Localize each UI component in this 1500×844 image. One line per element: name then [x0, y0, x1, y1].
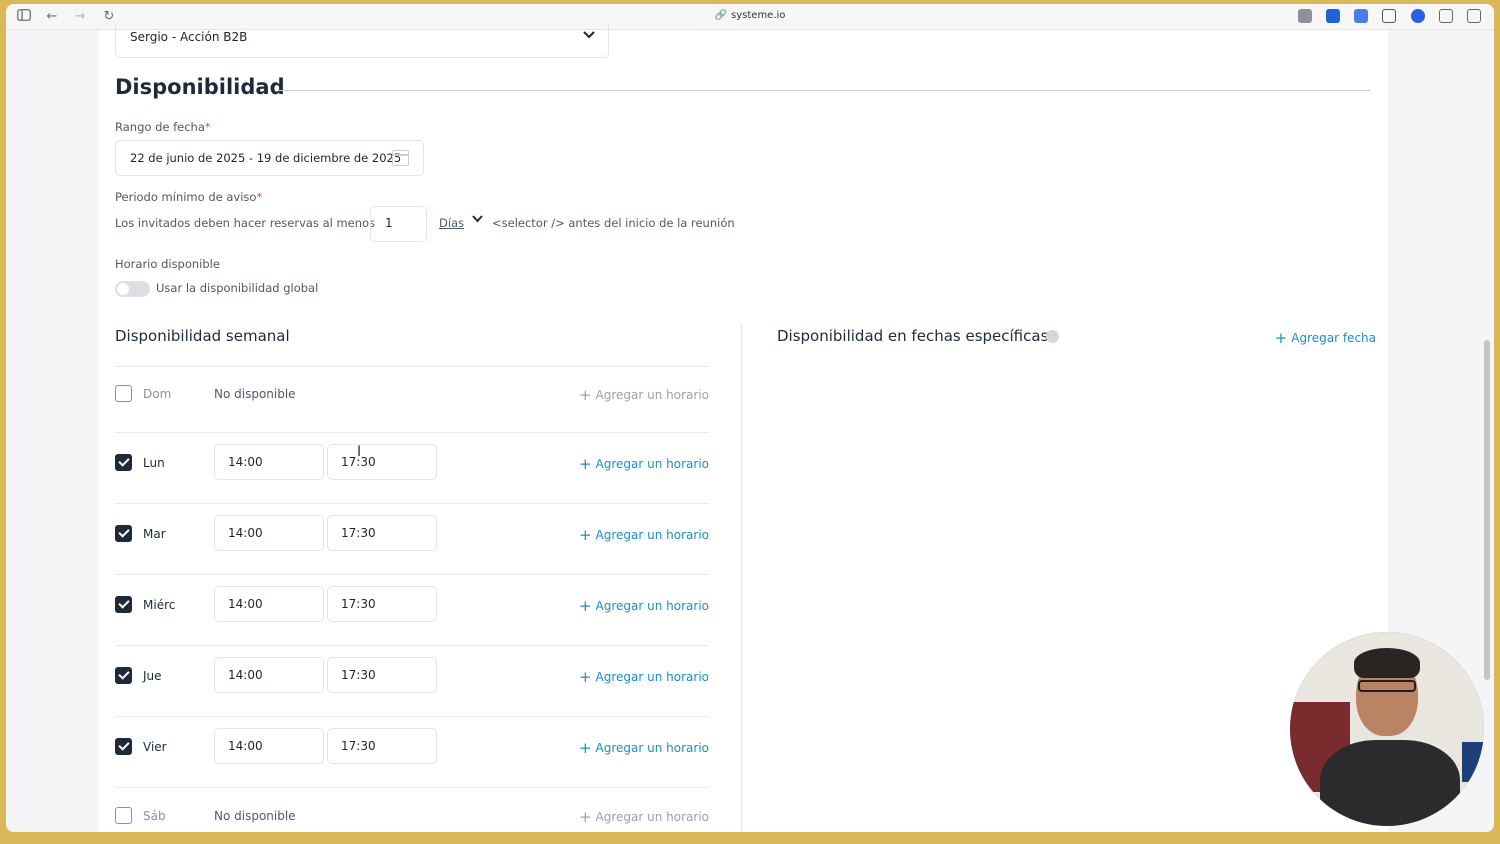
translate-extension-icon[interactable]	[1354, 9, 1368, 23]
row-separator	[115, 716, 709, 717]
section-title: Disponibilidad	[115, 75, 285, 99]
availability-card: Sergio - Acción B2B Disponibilidad Rango…	[99, 24, 1388, 832]
start-time-input[interactable]: 14:00	[214, 728, 324, 764]
column-divider	[741, 324, 742, 832]
row-separator	[115, 503, 709, 504]
day-row: Dom No disponible + Agregar un horario	[115, 374, 709, 414]
add-slot-button[interactable]: + Agregar un horario	[579, 597, 709, 615]
plus-icon: +	[578, 526, 592, 544]
day-row: Miérc 14:00 17:30 + Agregar un horario	[115, 585, 709, 625]
end-time-input[interactable]: 17:30	[327, 444, 437, 480]
day-name: Sáb	[143, 809, 166, 823]
day-row: Mar 14:00 17:30 + Agregar un horario	[115, 514, 709, 554]
scrollbar[interactable]	[1484, 340, 1490, 680]
start-time-input[interactable]: 14:00	[214, 515, 324, 551]
day-name: Mar	[143, 527, 166, 541]
address-bar[interactable]: 🔗 systeme.io	[6, 10, 1494, 21]
min-notice-unit-select[interactable]: Días	[439, 216, 464, 230]
plus-icon: +	[578, 739, 592, 757]
day-checkbox[interactable]	[115, 525, 132, 542]
day-row: Vier 14:00 17:30 + Agregar un horario	[115, 727, 709, 767]
min-notice-label: Periodo mínimo de aviso*	[115, 190, 263, 204]
day-row: Sáb No disponible + Agregar un horario	[115, 796, 709, 832]
row-separator	[115, 574, 709, 575]
end-time-input[interactable]: 17:30	[327, 515, 437, 551]
plus-icon: +	[1274, 329, 1288, 347]
start-time-input[interactable]: 14:00	[214, 657, 324, 693]
add-slot-button[interactable]: + Agregar un horario	[579, 808, 709, 826]
plus-icon: +	[578, 668, 592, 686]
day-row: Jue 14:00 17:30 + Agregar un horario	[115, 656, 709, 696]
row-separator	[115, 432, 709, 433]
text-cursor-icon: I	[357, 444, 362, 460]
start-time-input[interactable]: 14:00	[214, 586, 324, 622]
reader-icon[interactable]	[1439, 9, 1453, 23]
day-row: Lun 14:00 17:30 + Agregar un horario	[115, 443, 709, 483]
divider	[279, 90, 1370, 91]
specific-dates-title: Disponibilidad en fechas específicas	[777, 327, 1049, 345]
split-view-icon[interactable]	[1467, 9, 1481, 23]
global-availability-toggle[interactable]	[115, 281, 150, 297]
calendar-select[interactable]: Sergio - Acción B2B	[115, 24, 609, 58]
day-name: Lun	[143, 456, 165, 470]
day-checkbox[interactable]	[115, 807, 132, 824]
global-availability-label: Usar la disponibilidad global	[156, 281, 319, 295]
date-range-input[interactable]: 22 de junio de 2025 - 19 de diciembre de…	[115, 140, 424, 176]
plus-icon: +	[578, 808, 592, 826]
info-icon[interactable]	[1046, 330, 1059, 343]
webcam-overlay	[1290, 632, 1484, 826]
row-separator	[115, 787, 709, 788]
min-notice-prefix: Los invitados deben hacer reservas al me…	[115, 216, 376, 230]
bitwarden-extension-icon[interactable]	[1326, 9, 1340, 23]
add-slot-button[interactable]: + Agregar un horario	[579, 526, 709, 544]
row-separator	[115, 645, 709, 646]
browser-window: ← → ↻ 🔗 systeme.io Sergio - Acción B2B Di…	[6, 4, 1494, 832]
day-checkbox[interactable]	[115, 454, 132, 471]
add-date-button[interactable]: + Agregar fecha	[1275, 329, 1376, 347]
weekly-availability-title: Disponibilidad semanal	[115, 327, 290, 345]
link-icon: 🔗	[714, 10, 728, 21]
page-content: Sergio - Acción B2B Disponibilidad Rango…	[6, 24, 1494, 832]
calendar-icon[interactable]	[392, 150, 409, 166]
start-time-input[interactable]: 14:00	[214, 444, 324, 480]
add-slot-button[interactable]: + Agregar un horario	[579, 386, 709, 404]
day-checkbox[interactable]	[115, 385, 132, 402]
min-notice-suffix: <selector /> antes del inicio de la reun…	[492, 216, 735, 230]
add-slot-button[interactable]: + Agregar un horario	[579, 455, 709, 473]
end-time-input[interactable]: 17:30	[327, 657, 437, 693]
extension-icon[interactable]	[1411, 9, 1425, 23]
add-slot-button[interactable]: + Agregar un horario	[579, 668, 709, 686]
unavailable-label: No disponible	[214, 387, 296, 401]
plus-icon: +	[578, 455, 592, 473]
day-checkbox[interactable]	[115, 596, 132, 613]
row-separator	[115, 366, 709, 367]
min-notice-input[interactable]: 1	[370, 206, 427, 242]
unavailable-label: No disponible	[214, 809, 296, 823]
available-schedule-label: Horario disponible	[115, 257, 220, 271]
day-name: Jue	[143, 669, 162, 683]
add-slot-button[interactable]: + Agregar un horario	[579, 739, 709, 757]
chevron-down-icon	[582, 29, 596, 43]
date-range-label: Rango de fecha*	[115, 120, 211, 134]
shield-extension-icon[interactable]	[1298, 9, 1312, 23]
end-time-input[interactable]: 17:30	[327, 586, 437, 622]
chevron-down-icon[interactable]	[471, 213, 484, 227]
plus-icon: +	[578, 597, 592, 615]
day-checkbox[interactable]	[115, 667, 132, 684]
plus-icon: +	[578, 386, 592, 404]
end-time-input[interactable]: 17:30	[327, 728, 437, 764]
day-name: Vier	[143, 740, 167, 754]
day-name: Dom	[143, 387, 172, 401]
day-name: Miérc	[143, 598, 176, 612]
screenshot-extension-icon[interactable]	[1382, 9, 1396, 23]
day-checkbox[interactable]	[115, 738, 132, 755]
